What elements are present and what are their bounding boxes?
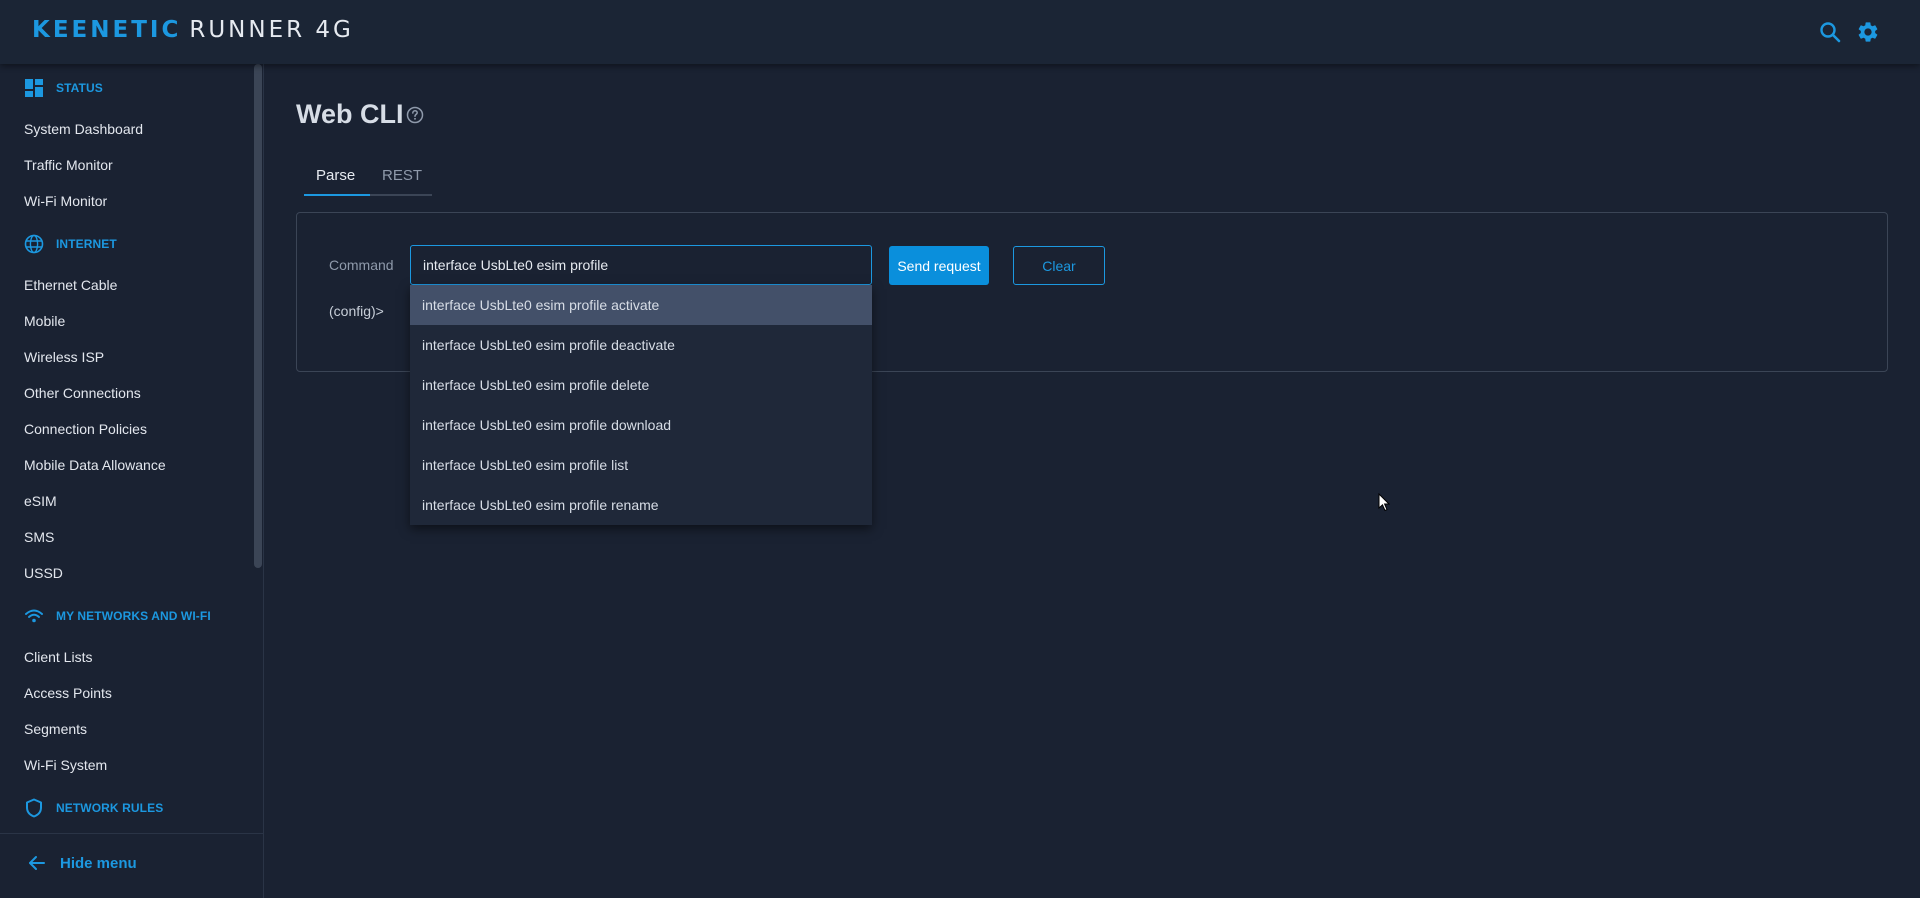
section-label: NETWORK RULES — [56, 801, 164, 815]
section-label: INTERNET — [56, 237, 117, 251]
sidebar: STATUS System Dashboard Traffic Monitor … — [0, 64, 264, 898]
suggestion-item[interactable]: interface UsbLte0 esim profile deactivat… — [410, 325, 872, 365]
dashboard-icon — [25, 79, 43, 97]
section-label: MY NETWORKS AND WI-FI — [56, 609, 211, 623]
section-status[interactable]: STATUS — [24, 78, 103, 98]
section-network-rules[interactable]: NETWORK RULES — [24, 798, 163, 818]
sidebar-item-system-dashboard[interactable]: System Dashboard — [24, 119, 143, 139]
logo[interactable]: KEENETIC RUNNER 4G — [32, 15, 354, 45]
suggestion-item[interactable]: interface UsbLte0 esim profile delete — [410, 365, 872, 405]
globe-icon — [24, 234, 44, 254]
sidebar-scrollbar[interactable] — [254, 64, 262, 568]
sidebar-footer: Hide menu — [0, 833, 264, 898]
sidebar-item-client-lists[interactable]: Client Lists — [24, 647, 92, 667]
sidebar-item-connection-policies[interactable]: Connection Policies — [24, 419, 147, 439]
logo-brand: KEENETIC — [32, 17, 182, 43]
send-request-button[interactable]: Send request — [889, 246, 989, 285]
cli-prompt: (config)> — [329, 303, 384, 319]
sidebar-item-wifi-monitor[interactable]: Wi-Fi Monitor — [24, 191, 107, 211]
sidebar-item-sms[interactable]: SMS — [24, 527, 54, 547]
mouse-cursor-icon — [1378, 493, 1390, 512]
sidebar-item-ethernet-cable[interactable]: Ethernet Cable — [24, 275, 117, 295]
sidebar-item-segments[interactable]: Segments — [24, 719, 87, 739]
suggestion-item[interactable]: interface UsbLte0 esim profile download — [410, 405, 872, 445]
hide-menu-label: Hide menu — [60, 854, 137, 872]
suggestion-item[interactable]: interface UsbLte0 esim profile list — [410, 445, 872, 485]
arrow-left-icon — [29, 856, 45, 870]
sidebar-item-ussd[interactable]: USSD — [24, 563, 63, 583]
tab-rest[interactable]: REST — [382, 166, 422, 186]
section-internet[interactable]: INTERNET — [24, 234, 117, 254]
autocomplete-dropdown: interface UsbLte0 esim profile activate … — [410, 285, 872, 525]
sidebar-item-esim[interactable]: eSIM — [24, 491, 57, 511]
logo-model: RUNNER 4G — [189, 17, 354, 43]
sidebar-item-access-points[interactable]: Access Points — [24, 683, 112, 703]
sidebar-item-mobile[interactable]: Mobile — [24, 311, 65, 331]
help-icon[interactable] — [406, 106, 424, 124]
page-title: Web CLI — [296, 99, 404, 129]
sidebar-item-mobile-data-allowance[interactable]: Mobile Data Allowance — [24, 455, 166, 475]
hide-menu-button[interactable]: Hide menu — [28, 854, 137, 872]
active-tab-indicator — [304, 194, 370, 196]
sidebar-item-traffic-monitor[interactable]: Traffic Monitor — [24, 155, 113, 175]
section-label: STATUS — [56, 81, 103, 95]
section-my-networks[interactable]: MY NETWORKS AND WI-FI — [24, 606, 211, 626]
sidebar-item-wifi-system[interactable]: Wi-Fi System — [24, 755, 107, 775]
wifi-icon — [25, 609, 43, 623]
sidebar-nav: STATUS System Dashboard Traffic Monitor … — [0, 64, 264, 833]
suggestion-item[interactable]: interface UsbLte0 esim profile rename — [410, 485, 872, 525]
search-icon[interactable] — [1818, 20, 1842, 44]
tab-bar: Parse REST — [304, 160, 432, 196]
command-input[interactable] — [410, 245, 872, 285]
command-label: Command — [329, 257, 394, 273]
sidebar-item-wireless-isp[interactable]: Wireless ISP — [24, 347, 104, 367]
gear-icon[interactable] — [1856, 20, 1880, 44]
tab-parse[interactable]: Parse — [316, 166, 355, 186]
top-bar: KEENETIC RUNNER 4G — [0, 0, 1920, 64]
shield-icon — [26, 798, 42, 818]
suggestion-item[interactable]: interface UsbLte0 esim profile activate — [410, 285, 872, 325]
clear-button[interactable]: Clear — [1013, 246, 1105, 285]
sidebar-item-other-connections[interactable]: Other Connections — [24, 383, 141, 403]
